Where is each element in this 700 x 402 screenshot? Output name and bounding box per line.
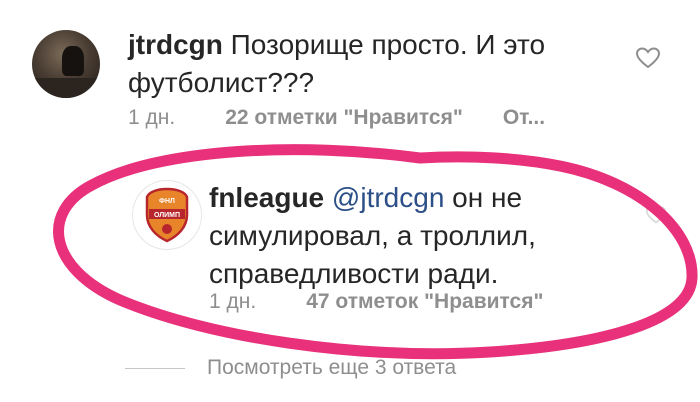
view-more-divider [125, 367, 185, 369]
reply-like-heart-icon[interactable] [646, 205, 666, 225]
reply-body: fnleague @jtrdcgn он не симулировал, а т… [209, 179, 536, 293]
reply-text-line3: справедливости ради. [209, 258, 499, 289]
reply-text-line1: он не [452, 182, 523, 213]
reply-time: 1 дн. [209, 290, 257, 313]
comment-text-line1: Позорище просто. И это [230, 29, 546, 60]
comment-likes-count[interactable]: 22 отметки "Нравится" [225, 106, 463, 129]
view-more-label: Посмотреть еще 3 ответа [207, 356, 457, 379]
view-more-replies[interactable]: Посмотреть еще 3 ответа [125, 356, 456, 380]
like-heart-icon[interactable] [636, 47, 660, 69]
comment-meta: 1 дн. 22 отметки "Нравится" От... [128, 106, 545, 130]
avatar-silhouette [62, 46, 84, 76]
reply-text-line2: симулировал, а троллил, [209, 220, 536, 251]
comment-time: 1 дн. [128, 106, 176, 129]
comment-body: jtrdcgn Позорище просто. И это футболист… [128, 26, 545, 102]
svg-text:ОЛИМП: ОЛИМП [154, 212, 180, 219]
avatar-ground [32, 78, 100, 98]
reply-meta: 1 дн. 47 отметок "Нравится" [209, 290, 543, 314]
reply-mention[interactable]: @jtrdcgn [332, 182, 444, 213]
comment-username[interactable]: jtrdcgn [128, 29, 223, 60]
fnleague-avatar[interactable]: ФНЛ ОЛИМП [132, 180, 202, 250]
reply-username[interactable]: fnleague [209, 182, 324, 213]
comment-reply-button[interactable]: От... [503, 106, 545, 129]
user-avatar[interactable] [32, 30, 100, 98]
reply-likes-count[interactable]: 47 отметок "Нравится" [306, 290, 543, 313]
comment-text-line2: футболист??? [128, 67, 315, 98]
svg-text:ФНЛ: ФНЛ [159, 198, 175, 205]
